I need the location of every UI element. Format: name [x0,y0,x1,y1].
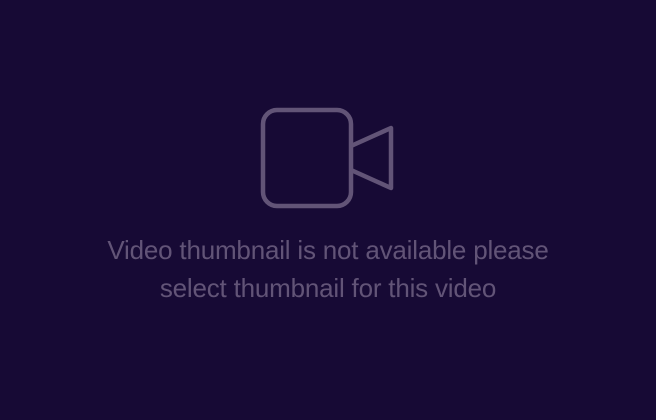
video-thumbnail-placeholder: Video thumbnail is not available please … [0,0,656,420]
thumbnail-unavailable-message: Video thumbnail is not available please … [60,231,596,307]
message-line-2: select thumbnail for this video [159,273,497,303]
video-camera-icon [260,107,396,209]
message-line-1: Video thumbnail is not available please [107,235,549,265]
